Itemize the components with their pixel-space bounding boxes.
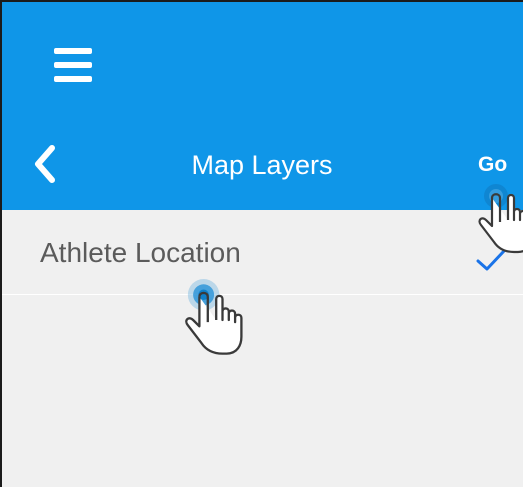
hamburger-menu-icon[interactable] [54, 48, 92, 82]
chevron-left-icon[interactable] [30, 144, 60, 184]
checkmark-icon [476, 249, 506, 271]
page-title: Map Layers [191, 150, 333, 180]
app-frame: Map Layers Go Athlete Location [0, 0, 523, 487]
app-bar: Map Layers Go [2, 2, 523, 210]
layer-row-athlete-location[interactable]: Athlete Location [2, 210, 523, 295]
layer-label: Athlete Location [40, 237, 241, 268]
go-button[interactable]: Go [478, 150, 522, 180]
